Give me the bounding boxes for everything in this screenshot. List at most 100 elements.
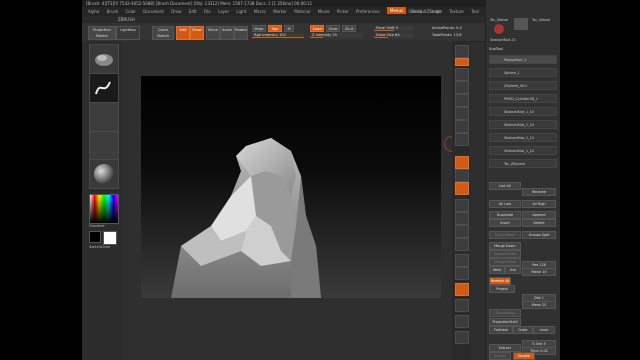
split-hidden-button[interactable]: Split Hidden	[489, 231, 521, 239]
scale-button[interactable]: Scale	[220, 26, 234, 40]
canvas-area[interactable]	[122, 41, 460, 360]
rgb-intensity-slider[interactable]: Rgb Intensity 100	[252, 33, 304, 38]
aahalf-icon[interactable]	[455, 107, 469, 120]
tool-thumb-2[interactable]	[514, 18, 528, 30]
menu-tool[interactable]: Tool	[471, 9, 479, 14]
menu-texture[interactable]: Texture	[449, 9, 464, 14]
menu-file[interactable]: File	[204, 9, 211, 14]
menu-layer[interactable]: Layer	[218, 9, 229, 14]
menu-preferences[interactable]: Preferences	[356, 9, 380, 14]
rgb-button[interactable]: Rgb	[268, 25, 282, 32]
subtool-item[interactable]: ShabvelKlot_1_10	[489, 107, 557, 116]
subtool-header[interactable]: SubTool	[489, 47, 503, 51]
ghost-icon[interactable]	[455, 283, 469, 296]
texture-icon[interactable]	[89, 131, 119, 161]
menu-movie[interactable]: Movie	[318, 9, 330, 14]
subtool-item[interactable]: Tsc_ZSphere	[489, 159, 557, 168]
weld-button[interactable]: Weld	[489, 266, 505, 274]
color-picker-icon[interactable]	[89, 194, 119, 224]
transp-icon[interactable]	[455, 267, 469, 280]
dynamic-icon[interactable]	[455, 331, 469, 344]
subtool-item[interactable]: ShabvelKlot_1_10	[489, 133, 557, 142]
polyf-icon[interactable]	[455, 254, 469, 267]
secondary-color-swatch[interactable]	[89, 231, 101, 243]
menu-macro[interactable]: Macro	[254, 9, 266, 14]
append-button[interactable]: Append	[522, 211, 556, 219]
z-intensity-slider[interactable]: Z Intensity 25	[310, 33, 362, 38]
m-button[interactable]: M	[284, 25, 294, 32]
spix-icon[interactable]	[455, 58, 469, 66]
scale-icon[interactable]	[455, 225, 469, 238]
all-low-button[interactable]: All Low	[489, 200, 521, 208]
duplicate-button[interactable]: Duplicate	[489, 211, 521, 219]
actual-icon[interactable]	[455, 94, 469, 107]
outer-button[interactable]: Outer	[513, 326, 533, 334]
alpha-icon[interactable]	[89, 102, 119, 132]
local-icon[interactable]	[455, 156, 469, 169]
zcut-button[interactable]: Zcut	[342, 25, 356, 32]
mean-slider[interactable]: Mean 25	[522, 301, 556, 309]
subtool-item[interactable]: ZSphere_Str1	[489, 81, 557, 90]
project-button[interactable]: Project	[489, 285, 515, 293]
menu-draw[interactable]: Draw	[171, 9, 181, 14]
material-icon[interactable]	[89, 159, 119, 189]
zsub-button[interactable]: Zsub	[326, 25, 340, 32]
remesh-all-button[interactable]: Remesh All	[489, 277, 511, 285]
menu-brush[interactable]: Brush	[107, 9, 119, 14]
subtool-item[interactable]: ShabvelKlot_1_10	[489, 120, 557, 129]
lsym-icon[interactable]	[455, 169, 469, 182]
move-icon[interactable]	[455, 212, 469, 225]
lightbox-button[interactable]: LightBox	[116, 26, 140, 40]
tool-thumb-1[interactable]	[494, 24, 504, 34]
menu-material[interactable]: Material	[294, 9, 310, 14]
uvs-button[interactable]: Uvs	[505, 266, 521, 274]
xyz-icon[interactable]	[455, 182, 469, 195]
default-zscript-label[interactable]: DefaultZScript	[412, 7, 441, 16]
menu-color[interactable]: Color	[125, 9, 135, 14]
mrgb-button[interactable]: Mrgb	[252, 25, 266, 32]
merge-similar-button[interactable]: MergeSimilar	[489, 250, 521, 258]
groups-split-button[interactable]: Groups Split	[522, 231, 556, 239]
edit-button[interactable]: Edit	[176, 26, 190, 40]
scroll-icon[interactable]	[455, 68, 469, 81]
move-button[interactable]: Move	[206, 26, 220, 40]
rename-button[interactable]: Rename	[522, 188, 556, 196]
merge-down-button[interactable]: Merge Down	[489, 242, 521, 250]
bpr-icon[interactable]	[455, 45, 469, 58]
extract-button[interactable]: Extract	[489, 344, 521, 352]
projection-shell-slider[interactable]: ProjectionShell	[489, 318, 521, 326]
menu-picker[interactable]: Picker	[337, 9, 349, 14]
menu-document[interactable]: Document	[143, 9, 164, 14]
polish-slider[interactable]: Polish 10	[522, 268, 556, 276]
floor-icon[interactable]	[455, 133, 469, 146]
zoom-icon[interactable]	[455, 81, 469, 94]
delete-button[interactable]: Delete	[522, 219, 556, 227]
menu-alpha[interactable]: Alpha	[88, 9, 99, 14]
draw-size-slider[interactable]: Draw Size 64	[374, 33, 414, 38]
list-all-button[interactable]: List All	[489, 182, 521, 190]
frame-icon[interactable]	[455, 199, 469, 212]
double-button[interactable]: Double	[513, 352, 535, 360]
subtool-item[interactable]: PM3D_Cylinder3D_1	[489, 94, 557, 103]
brush-icon[interactable]	[89, 44, 119, 74]
menus-toggle-button[interactable]: Menus	[387, 7, 407, 14]
subtool-item[interactable]: Polysphere_1	[489, 55, 557, 64]
merge-visible-button[interactable]: MergeVisible	[489, 258, 521, 266]
solo-icon[interactable]	[455, 299, 469, 312]
inner-button[interactable]: Inner	[533, 326, 555, 334]
insert-button[interactable]: Insert	[489, 219, 521, 227]
subtool-item[interactable]: Sphere_1	[489, 68, 557, 77]
menu-light[interactable]: Light	[236, 9, 246, 14]
primary-color-swatch[interactable]	[103, 231, 117, 245]
accept-button[interactable]: Accept	[489, 352, 511, 360]
menu-edit[interactable]: Edit	[189, 9, 197, 14]
xpose-icon[interactable]	[455, 315, 469, 328]
draw-button[interactable]: Draw	[190, 26, 204, 40]
shadowbox-button[interactable]: Shadowbox	[489, 309, 521, 317]
all-high-button[interactable]: All High	[522, 200, 556, 208]
rotate-icon[interactable]	[455, 238, 469, 251]
document-canvas[interactable]	[141, 76, 441, 298]
subtool-item[interactable]: ShabvelKlot_1_10	[489, 146, 557, 155]
menu-marker[interactable]: Marker	[273, 9, 287, 14]
projection-master-button[interactable]: Projection Master	[88, 26, 116, 40]
